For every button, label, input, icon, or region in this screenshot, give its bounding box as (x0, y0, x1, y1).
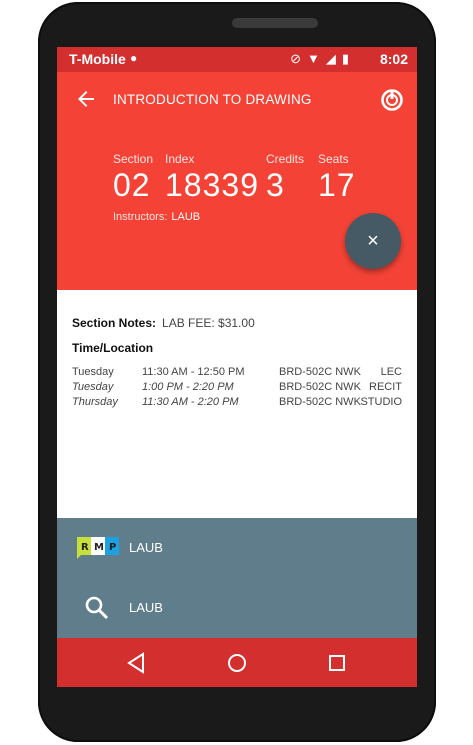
svg-text:P: P (109, 542, 116, 553)
android-icon: ● (130, 51, 138, 65)
credits-value: 3 (266, 167, 285, 203)
meeting-row: Tuesday 11:30 AM - 12:50 PM BRD-502C NWK… (72, 366, 402, 381)
home-circle-icon[interactable] (224, 650, 250, 676)
section-label: Section (113, 152, 154, 166)
svg-text:M: M (94, 542, 104, 553)
section-notes-value: LAB FEE: $31.00 (162, 316, 255, 330)
meeting-row: Tuesday 1:00 PM - 2:20 PM BRD-502C NWK R… (72, 381, 402, 396)
power-icon[interactable] (379, 87, 405, 113)
meeting-location: BRD-502C NWK (279, 396, 361, 408)
section-notes-label: Section Notes: (72, 316, 157, 330)
screen: T-Mobile ● ⊘▼◢▮ 8:02 INTRODUCTION TO DRA… (57, 47, 417, 687)
meeting-time: 1:00 PM - 2:20 PM (142, 381, 234, 393)
section-value: 02 (113, 167, 151, 203)
speaker-grille (232, 18, 318, 28)
meeting-day: Tuesday (72, 381, 114, 393)
search-professor-label: LAUB (129, 600, 163, 615)
meeting-type: RECIT (369, 381, 402, 393)
instructors-label: Instructors: (113, 211, 168, 223)
close-icon: × (367, 230, 379, 252)
rate-my-professor-item[interactable]: R M P LAUB (57, 518, 417, 578)
status-icons: ⊘▼◢▮ (290, 51, 355, 67)
meeting-type: STUDIO (360, 396, 402, 408)
index-label: Index (165, 152, 195, 166)
search-icon (85, 596, 109, 620)
meeting-type: LEC (380, 366, 402, 378)
close-fab-button[interactable]: × (345, 213, 401, 269)
back-triangle-icon[interactable] (124, 650, 150, 676)
wifi-icon: ▼ (306, 51, 326, 66)
meeting-time: 11:30 AM - 12:50 PM (142, 366, 245, 378)
svg-text:R: R (81, 542, 89, 553)
battery-charging-icon: ▮ (341, 51, 355, 66)
meeting-location: BRD-502C NWK (279, 381, 361, 393)
rmp-logo-icon: R M P (77, 537, 119, 559)
arrow-back-icon[interactable] (74, 87, 98, 111)
instructors: Instructors: LAUB (113, 211, 200, 223)
page-title: INTRODUCTION TO DRAWING (113, 92, 312, 107)
carrier-name: T-Mobile (69, 51, 126, 67)
meeting-day: Tuesday (72, 366, 114, 378)
time-location-heading: Time/Location (72, 341, 154, 355)
credits-label: Credits (266, 152, 305, 166)
meeting-location: BRD-502C NWK (279, 366, 361, 378)
meeting-time: 11:30 AM - 2:20 PM (142, 396, 239, 408)
rmp-professor-label: LAUB (129, 540, 163, 555)
instructors-value: LAUB (171, 211, 201, 223)
search-professor-item[interactable]: LAUB (57, 578, 417, 638)
clock: 8:02 (379, 51, 408, 67)
signal-icon: ◢ (325, 51, 342, 66)
section-notes: Section Notes: LAB FEE: $31.00 (72, 316, 255, 330)
meeting-row: Thursday 11:30 AM - 2:20 PM BRD-502C NWK… (72, 396, 402, 411)
seats-label: Seats (318, 152, 349, 166)
meeting-day: Thursday (72, 396, 118, 408)
index-value: 18339 (165, 167, 259, 203)
recents-square-icon[interactable] (324, 650, 350, 676)
status-bar: T-Mobile ● ⊘▼◢▮ 8:02 (57, 47, 417, 72)
system-nav-bar (57, 638, 417, 687)
bottom-actions: R M P LAUB LAUB (57, 518, 417, 638)
do-not-disturb-icon: ⊘ (290, 51, 307, 66)
seats-value: 17 (318, 167, 356, 203)
